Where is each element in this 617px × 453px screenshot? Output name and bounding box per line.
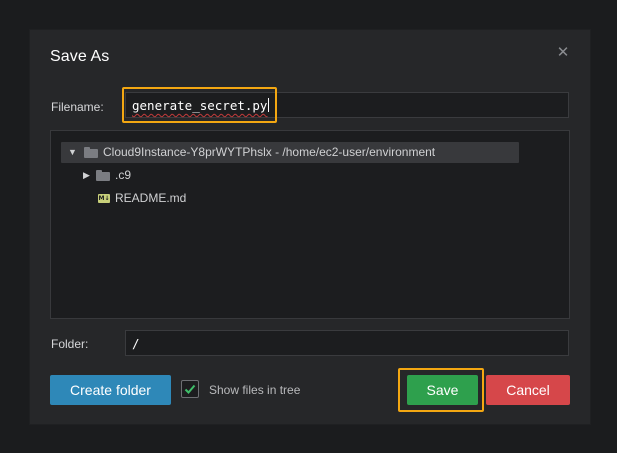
text-caret [268, 98, 270, 112]
create-folder-button[interactable]: Create folder [50, 375, 171, 405]
dialog-title: Save As [50, 48, 110, 65]
folder-value: / [132, 336, 140, 351]
markdown-file-icon: M↓ [98, 194, 110, 203]
filename-label: Filename: [51, 100, 104, 114]
close-icon[interactable]: ✕ [556, 45, 570, 60]
tree-item-label: .c9 [115, 168, 132, 182]
tree-root-label: Cloud9Instance-Y8prWYTPhslx - /home/ec2-… [103, 145, 436, 159]
show-files-checkbox[interactable] [181, 380, 199, 398]
save-button[interactable]: Save [407, 375, 478, 405]
chevron-down-icon[interactable]: ▼ [68, 142, 77, 163]
folder-icon [84, 147, 98, 158]
file-tree[interactable]: ▼ Cloud9Instance-Y8prWYTPhslx - /home/ec… [50, 130, 570, 319]
cancel-button[interactable]: Cancel [486, 375, 570, 405]
folder-label: Folder: [51, 337, 89, 351]
tree-item-label: README.md [115, 191, 187, 205]
chevron-right-icon[interactable]: ▶ [83, 165, 90, 186]
tree-root-item[interactable]: ▼ Cloud9Instance-Y8prWYTPhslx - /home/ec… [61, 142, 519, 163]
folder-icon [96, 170, 110, 181]
folder-input[interactable]: / [125, 330, 569, 356]
checkmark-icon [184, 384, 196, 394]
filename-value: generate_secret.py [132, 98, 270, 113]
save-as-dialog: Save As ✕ Filename: generate_secret.py ▼… [30, 30, 590, 424]
show-files-label: Show files in tree [209, 383, 301, 397]
filename-input[interactable]: generate_secret.py [125, 92, 569, 118]
